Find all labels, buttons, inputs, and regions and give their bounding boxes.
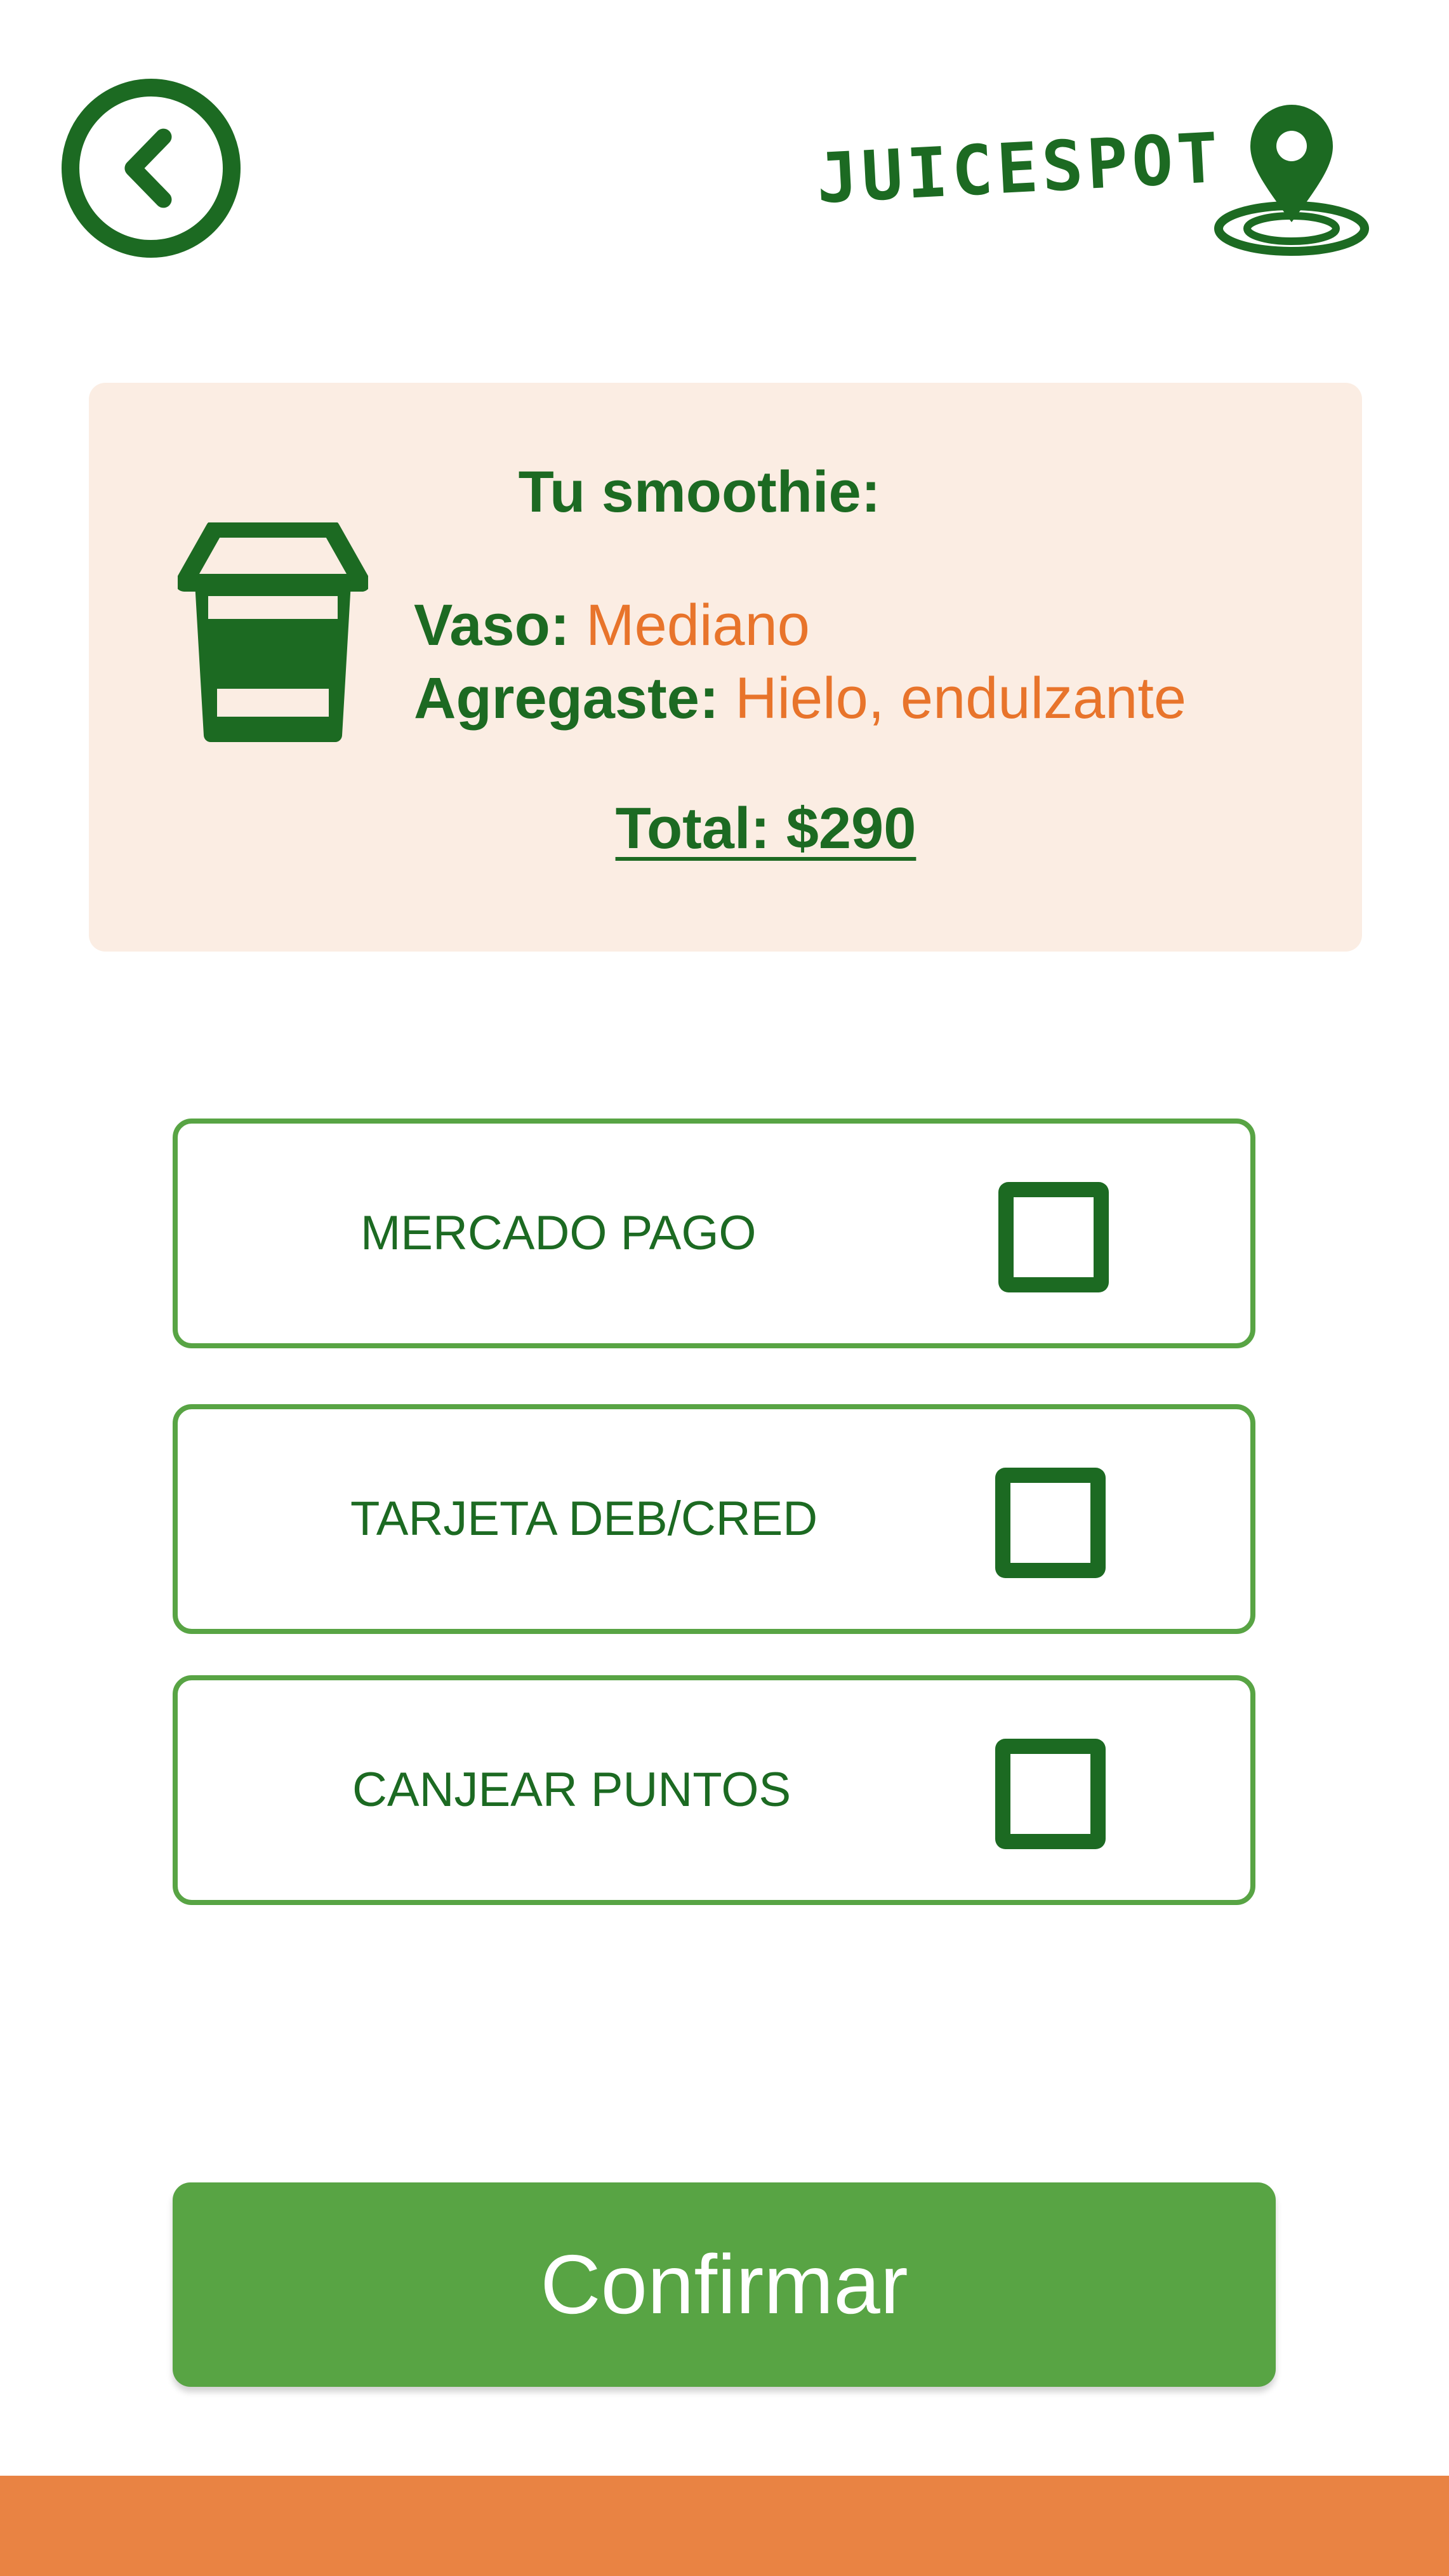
payment-option-mercado-pago[interactable]: MERCADO PAGO bbox=[173, 1119, 1255, 1348]
points-checkbox[interactable] bbox=[995, 1739, 1106, 1849]
bottom-bar bbox=[0, 2476, 1449, 2576]
payment-option-label: TARJETA DEB/CRED bbox=[350, 1492, 818, 1546]
mercado-pago-checkbox[interactable] bbox=[998, 1182, 1109, 1292]
payment-option-label: MERCADO PAGO bbox=[361, 1206, 757, 1260]
payment-option-label: CANJEAR PUNTOS bbox=[352, 1763, 791, 1817]
extras-label: Agregaste: bbox=[414, 666, 719, 731]
order-total: Total: $290 bbox=[615, 796, 916, 861]
card-checkbox[interactable] bbox=[995, 1468, 1106, 1578]
confirm-button[interactable]: Confirmar bbox=[173, 2182, 1276, 2387]
payment-option-card[interactable]: TARJETA DEB/CRED bbox=[173, 1404, 1255, 1634]
map-pin-icon bbox=[1214, 105, 1369, 256]
chevron-left-icon bbox=[124, 128, 172, 208]
logo-text: JUICESPOT bbox=[814, 118, 1224, 219]
juicespot-logo: JUICESPOT bbox=[814, 102, 1371, 267]
cup-size-line: Vaso: Mediano bbox=[414, 592, 810, 659]
cup-size-value: Mediano bbox=[586, 593, 810, 658]
coffee-cup-icon bbox=[178, 522, 368, 742]
payment-option-points[interactable]: CANJEAR PUNTOS bbox=[173, 1675, 1255, 1905]
cup-size-label: Vaso: bbox=[414, 593, 570, 658]
extras-line: Agregaste: Hielo, endulzante bbox=[414, 665, 1186, 732]
order-summary-card: Tu smoothie: Vaso: Mediano Agregaste: Hi… bbox=[89, 383, 1362, 952]
back-button[interactable] bbox=[62, 79, 241, 258]
extras-value: Hielo, endulzante bbox=[735, 666, 1187, 731]
summary-title: Tu smoothie: bbox=[518, 460, 881, 524]
